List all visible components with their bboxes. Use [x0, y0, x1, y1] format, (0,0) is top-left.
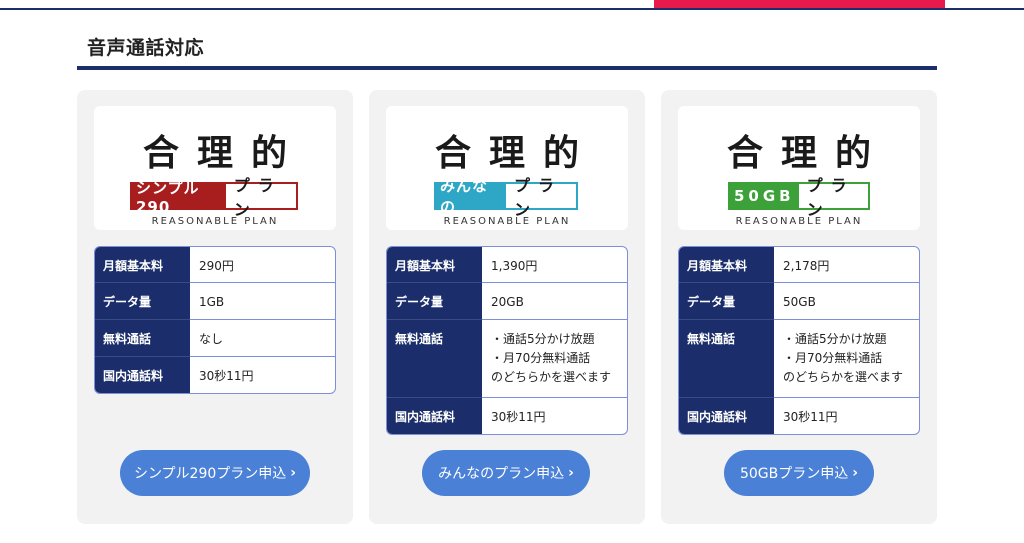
row-key: データ量: [679, 283, 774, 320]
row-key: 無料通話: [679, 320, 774, 398]
section-title: 音声通話対応: [87, 37, 205, 59]
table-row: 月額基本料 2,178円: [679, 247, 919, 283]
plan-card-minnano: 合理的 みんなの プラン REASONABLE PLAN 月額基本料 1,390…: [369, 90, 645, 524]
value-line: ・通話5分かけ放題: [491, 332, 595, 346]
logo-tag: 50GB: [730, 184, 799, 208]
active-tab-indicator[interactable]: [654, 0, 945, 8]
logo-title: 合理的: [434, 133, 597, 174]
plan-logo: 合理的 みんなの プラン REASONABLE PLAN: [386, 106, 628, 230]
value-line: のどちらかを選べます: [491, 370, 612, 384]
value-line: ・月70分無料通話: [783, 351, 883, 365]
logo-plan-label: プラン: [225, 176, 296, 219]
value-line: ・通話5分かけ放題: [783, 332, 887, 346]
apply-50gb-button[interactable]: 50GBプラン申込 ›: [724, 450, 874, 496]
chevron-right-icon: ›: [852, 465, 859, 481]
row-key: 月額基本料: [95, 247, 190, 283]
plan-card-simple290: 合理的 シンプル290 プラン REASONABLE PLAN 月額基本料 29…: [77, 90, 353, 524]
logo-plan-label: プラン: [798, 176, 868, 219]
logo-plan-badge: みんなの プラン: [434, 176, 578, 219]
row-key: データ量: [387, 283, 482, 320]
row-value: 20GB: [482, 283, 627, 320]
plan-spec-table: 月額基本料 1,390円 データ量 20GB 無料通話 ・通話5分かけ放題 ・月…: [386, 246, 628, 435]
row-key: データ量: [95, 283, 190, 320]
row-key: 国内通話料: [387, 398, 482, 434]
table-row: 国内通話料 30秒11円: [679, 398, 919, 434]
row-key: 国内通話料: [679, 398, 774, 434]
table-row: データ量 50GB: [679, 283, 919, 320]
row-value: 1GB: [190, 283, 335, 320]
row-value: なし: [190, 320, 335, 357]
table-row: 月額基本料 1,390円: [387, 247, 627, 283]
row-value: 30秒11円: [491, 410, 546, 424]
row-value: ・通話5分かけ放題 ・月70分無料通話 のどちらかを選べます: [482, 320, 627, 398]
row-value: 30秒11円: [199, 369, 254, 383]
logo-tag: みんなの: [436, 177, 506, 216]
logo-subtitle: REASONABLE PLAN: [151, 216, 279, 227]
table-row: 国内通話料 30秒11円: [95, 357, 335, 393]
logo-title: 合理的: [142, 133, 305, 174]
plan-logo: 合理的 50GB プラン REASONABLE PLAN: [678, 106, 920, 230]
value-line: ・月70分無料通話: [491, 351, 591, 365]
table-row: データ量 20GB: [387, 283, 627, 320]
button-label: みんなのプラン申込: [438, 466, 565, 482]
apply-minnano-button[interactable]: みんなのプラン申込 ›: [422, 450, 590, 496]
table-row: データ量 1GB: [95, 283, 335, 320]
apply-simple290-button[interactable]: シンプル290プラン申込 ›: [120, 450, 310, 496]
row-value: 290円: [190, 247, 335, 283]
value-line: のどちらかを選べます: [783, 370, 904, 384]
row-key: 月額基本料: [679, 247, 774, 283]
logo-subtitle: REASONABLE PLAN: [735, 216, 863, 227]
logo-title: 合理的: [726, 133, 889, 174]
chevron-right-icon: ›: [290, 465, 297, 481]
button-label: 50GBプラン申込: [739, 466, 849, 482]
logo-plan-badge: 50GB プラン: [728, 176, 870, 219]
logo-plan-label: プラン: [506, 176, 576, 219]
row-value: 50GB: [774, 283, 919, 320]
table-row: 国内通話料 30秒11円: [387, 398, 627, 434]
plan-card-50gb: 合理的 50GB プラン REASONABLE PLAN 月額基本料 2,178…: [661, 90, 937, 524]
row-value: ・通話5分かけ放題 ・月70分無料通話 のどちらかを選べます: [774, 320, 919, 398]
row-key: 無料通話: [387, 320, 482, 398]
table-row: 無料通話 ・通話5分かけ放題 ・月70分無料通話 のどちらかを選べます: [679, 320, 919, 398]
row-key: 国内通話料: [95, 357, 190, 393]
button-label: シンプル290プラン申込: [133, 466, 287, 482]
row-value: 30秒11円: [783, 410, 838, 424]
logo-plan-badge: シンプル290 プラン: [130, 176, 298, 219]
table-row: 無料通話 ・通話5分かけ放題 ・月70分無料通話 のどちらかを選べます: [387, 320, 627, 398]
row-key: 無料通話: [95, 320, 190, 357]
row-value: 2,178円: [774, 247, 919, 283]
plan-logo: 合理的 シンプル290 プラン REASONABLE PLAN: [94, 106, 336, 230]
table-row: 月額基本料 290円: [95, 247, 335, 283]
section-divider: [77, 66, 937, 70]
row-value: 1,390円: [482, 247, 627, 283]
logo-subtitle: REASONABLE PLAN: [443, 216, 571, 227]
table-row: 無料通話 なし: [95, 320, 335, 357]
row-key: 月額基本料: [387, 247, 482, 283]
chevron-right-icon: ›: [568, 465, 574, 481]
logo-tag: シンプル290: [132, 179, 226, 216]
plan-spec-table: 月額基本料 2,178円 データ量 50GB 無料通話 ・通話5分かけ放題 ・月…: [678, 246, 920, 435]
plan-spec-table: 月額基本料 290円 データ量 1GB 無料通話 なし 国内通話料 30秒11円: [94, 246, 336, 394]
